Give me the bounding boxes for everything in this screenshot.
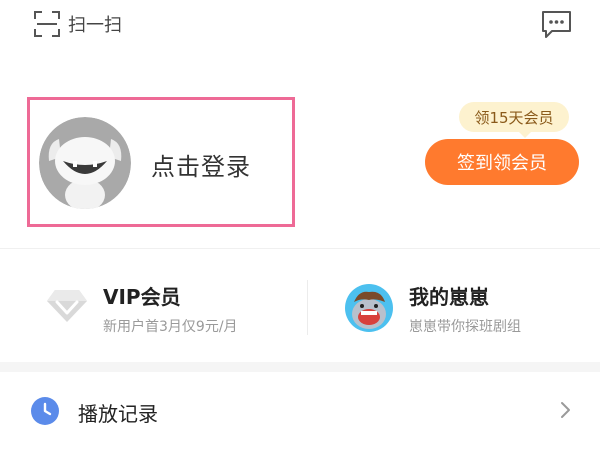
chevron-right-icon — [561, 402, 570, 418]
my-cub-subtitle: 崽崽带你探班剧组 — [409, 319, 521, 335]
login-card[interactable]: 点击登录 — [27, 97, 295, 227]
play-history-label: 播放记录 — [78, 402, 158, 426]
top-bar: 扫一扫 — [0, 0, 600, 50]
divider — [0, 248, 600, 249]
play-history-row[interactable]: 播放记录 — [0, 372, 600, 450]
avatar[interactable] — [39, 117, 131, 209]
vip-membership-entry[interactable]: VIP会员 新用户首3月仅9元/月 — [0, 262, 306, 340]
robot-avatar-icon — [39, 117, 131, 209]
vip-subtitle: 新用户首3月仅9元/月 — [103, 319, 238, 335]
login-prompt[interactable]: 点击登录 — [151, 147, 251, 182]
signin-vip-button[interactable]: 签到领会员 — [425, 139, 579, 185]
scan-icon — [34, 11, 60, 37]
my-cub-entry[interactable]: 我的崽崽 崽崽带你探班剧组 — [308, 262, 600, 340]
vip-title: VIP会员 — [103, 285, 181, 309]
message-icon[interactable] — [540, 9, 573, 40]
scan-label: 扫一扫 — [68, 15, 122, 36]
my-cub-title: 我的崽崽 — [409, 285, 489, 309]
scan-button[interactable]: 扫一扫 — [34, 10, 122, 38]
clock-icon — [31, 397, 59, 425]
vip-reward-tag: 领15天会员 — [459, 102, 569, 138]
section-gap — [0, 362, 600, 372]
diamond-vip-icon — [47, 290, 87, 322]
mascot-avatar-icon — [345, 284, 393, 332]
